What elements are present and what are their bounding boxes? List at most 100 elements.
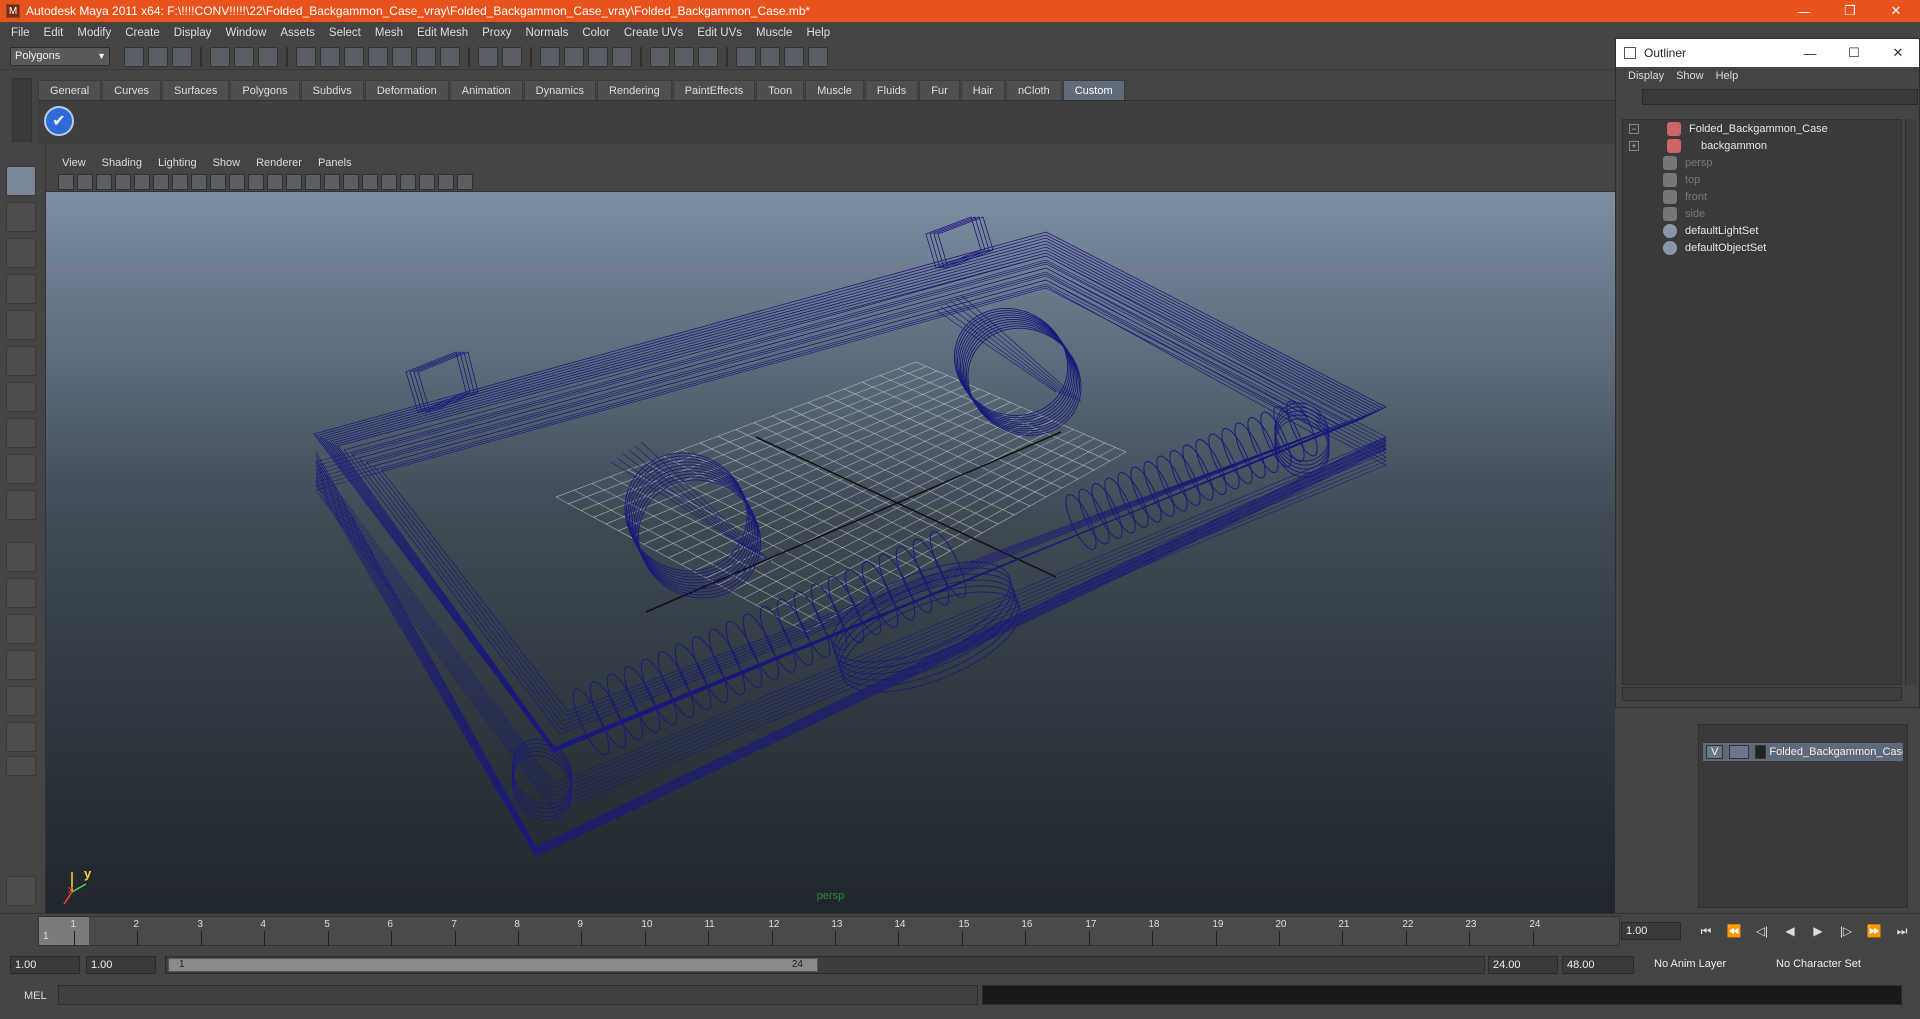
tab-hair[interactable]: Hair bbox=[960, 80, 1005, 100]
outliner-maximize-button[interactable]: ☐ bbox=[1832, 39, 1876, 67]
expand-toggle[interactable]: + bbox=[1629, 141, 1639, 151]
grid-toggle-icon[interactable] bbox=[134, 174, 150, 190]
minimize-button[interactable]: — bbox=[1781, 0, 1827, 22]
collapse-toggle[interactable]: − bbox=[1629, 124, 1639, 134]
time-ruler[interactable]: 1 1 2 3 4 5 6 7 8 9 10 11 12 13 14 15 16 17 18 19 20 21 22 23 2… bbox=[38, 916, 1620, 946]
textured-icon[interactable] bbox=[324, 174, 340, 190]
outliner-layout-icon[interactable] bbox=[6, 614, 36, 644]
layer-color-swatch[interactable] bbox=[1754, 745, 1767, 759]
menu-window[interactable]: Window bbox=[218, 27, 273, 39]
new-scene-icon[interactable] bbox=[124, 47, 144, 67]
snap-grid-icon[interactable] bbox=[320, 47, 340, 67]
go-to-end-icon[interactable]: ⏭ bbox=[1891, 922, 1913, 940]
lights-icon[interactable] bbox=[343, 174, 359, 190]
tab-general[interactable]: General bbox=[38, 80, 102, 100]
snap-live-icon[interactable] bbox=[416, 47, 436, 67]
rotate-tool-icon[interactable] bbox=[6, 310, 36, 340]
history-icon[interactable] bbox=[478, 47, 498, 67]
help-icon[interactable] bbox=[440, 47, 460, 67]
xray-icon[interactable] bbox=[419, 174, 435, 190]
camera-select-icon[interactable] bbox=[58, 174, 74, 190]
safe-title-icon[interactable] bbox=[248, 174, 264, 190]
move-tool-icon[interactable] bbox=[6, 274, 36, 304]
mel-label[interactable]: MEL bbox=[24, 990, 47, 1002]
outliner-item-top[interactable]: top bbox=[1663, 171, 1700, 189]
close-button[interactable]: ✕ bbox=[1873, 0, 1919, 22]
outliner-item-persp[interactable]: persp bbox=[1663, 154, 1713, 172]
camera-attr-icon[interactable] bbox=[77, 174, 93, 190]
safe-action-icon[interactable] bbox=[229, 174, 245, 190]
tab-fluids[interactable]: Fluids bbox=[864, 80, 919, 100]
ssao-icon[interactable] bbox=[381, 174, 397, 190]
trash-icon[interactable] bbox=[6, 876, 36, 906]
image-plane-icon[interactable] bbox=[115, 174, 131, 190]
isolate-select-icon[interactable] bbox=[400, 174, 416, 190]
hypershade-layout-icon[interactable] bbox=[6, 686, 36, 716]
menu-edit-mesh[interactable]: Edit Mesh bbox=[410, 27, 475, 39]
custom-layout-icon[interactable] bbox=[6, 722, 36, 752]
wire-on-shaded-icon[interactable] bbox=[305, 174, 321, 190]
step-forward-key-icon[interactable]: ⏩ bbox=[1863, 922, 1885, 940]
viewport-menu-renderer[interactable]: Renderer bbox=[248, 157, 310, 169]
playback-end-field[interactable]: 24.00 bbox=[1488, 956, 1558, 974]
film-gate-icon[interactable] bbox=[153, 174, 169, 190]
single-pane-layout-icon[interactable] bbox=[6, 542, 36, 572]
tab-surfaces[interactable]: Surfaces bbox=[161, 80, 230, 100]
tab-dynamics[interactable]: Dynamics bbox=[523, 80, 596, 100]
step-forward-frame-icon[interactable]: |▷ bbox=[1835, 922, 1857, 940]
mask-icon[interactable] bbox=[296, 47, 316, 67]
playback-start-field[interactable]: 1.00 bbox=[86, 956, 156, 974]
resolution-gate-icon[interactable] bbox=[172, 174, 188, 190]
step-back-frame-icon[interactable]: ◁| bbox=[1751, 922, 1773, 940]
tab-toon[interactable]: Toon bbox=[756, 80, 805, 100]
outliner-item-default-light-set[interactable]: defaultLightSet bbox=[1663, 222, 1758, 240]
open-scene-icon[interactable] bbox=[148, 47, 168, 67]
character-set-dropdown[interactable]: No Character Set bbox=[1772, 956, 1882, 974]
paint-select-icon[interactable] bbox=[6, 238, 36, 268]
outliner-item-backgammon[interactable]: backgammon bbox=[1667, 137, 1767, 155]
anim-layer-dropdown[interactable]: No Anim Layer bbox=[1650, 956, 1758, 974]
animation-start-field[interactable]: 1.00 bbox=[10, 956, 80, 974]
perspective-viewport[interactable]: persp y x bbox=[46, 192, 1615, 913]
tab-curves[interactable]: Curves bbox=[102, 80, 161, 100]
shelf-options-handle[interactable] bbox=[12, 78, 32, 142]
universal-manip-icon[interactable] bbox=[6, 382, 36, 412]
menu-display[interactable]: Display bbox=[167, 27, 219, 39]
save-scene-icon[interactable] bbox=[172, 47, 192, 67]
snap-point-icon[interactable] bbox=[368, 47, 388, 67]
render-frame-icon[interactable] bbox=[540, 47, 560, 67]
menu-edit-uvs[interactable]: Edit UVs bbox=[690, 27, 749, 39]
outliner-menu-help[interactable]: Help bbox=[1710, 70, 1745, 82]
shadows-icon[interactable] bbox=[362, 174, 378, 190]
menu-help[interactable]: Help bbox=[799, 27, 837, 39]
menu-modify[interactable]: Modify bbox=[70, 27, 118, 39]
outliner-horizontal-scrollbar[interactable] bbox=[1622, 687, 1902, 701]
go-to-start-icon[interactable]: ⏮ bbox=[1695, 922, 1717, 940]
viewport-menu-lighting[interactable]: Lighting bbox=[150, 157, 205, 169]
viewport-menu-show[interactable]: Show bbox=[205, 157, 249, 169]
sidebar-toggle-icon-2[interactable] bbox=[674, 47, 694, 67]
wireframe-icon[interactable] bbox=[267, 174, 283, 190]
tab-fur[interactable]: Fur bbox=[919, 80, 960, 100]
gate-mask-icon[interactable] bbox=[191, 174, 207, 190]
outliner-minimize-button[interactable]: — bbox=[1788, 39, 1832, 67]
tab-rendering[interactable]: Rendering bbox=[596, 80, 672, 100]
sidebar-toggle-icon-3[interactable] bbox=[698, 47, 718, 67]
xray-components-icon[interactable] bbox=[457, 174, 473, 190]
xray-joints-icon[interactable] bbox=[438, 174, 454, 190]
show-manip-icon[interactable] bbox=[6, 454, 36, 484]
outliner-item-folded-case[interactable]: Folded_Backgammon_Case bbox=[1667, 120, 1828, 138]
snap-surface-icon[interactable] bbox=[392, 47, 412, 67]
viewport-menu-view[interactable]: View bbox=[54, 157, 94, 169]
render-settings-icon[interactable] bbox=[588, 47, 608, 67]
select-object-icon[interactable] bbox=[234, 47, 254, 67]
layer-template-toggle[interactable] bbox=[1729, 745, 1749, 759]
menu-set-dropdown[interactable]: Polygons ▼ bbox=[10, 47, 110, 66]
hypershade-icon[interactable] bbox=[612, 47, 632, 67]
graph-layout-icon[interactable] bbox=[6, 650, 36, 680]
tab-muscle[interactable]: Muscle bbox=[805, 80, 864, 100]
sidebar-toggle-icon[interactable] bbox=[650, 47, 670, 67]
four-pane-layout-icon[interactable] bbox=[6, 578, 36, 608]
bookmark-icon[interactable] bbox=[96, 174, 112, 190]
outliner-vertical-scrollbar[interactable] bbox=[1905, 119, 1917, 685]
